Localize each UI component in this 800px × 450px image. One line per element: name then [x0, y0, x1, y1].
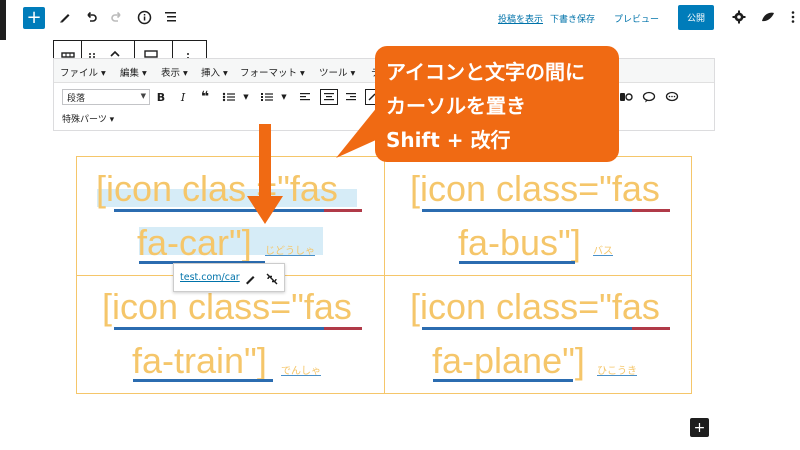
shortcode-icon[interactable] — [619, 89, 633, 105]
thinking-bubble-icon[interactable] — [665, 89, 679, 105]
undo-icon[interactable] — [82, 8, 100, 26]
shortcode-underline — [422, 209, 632, 212]
table-cell-text[interactable]: fa-bus"] — [458, 225, 581, 261]
menu-format[interactable]: フォーマット ▾ — [240, 65, 305, 79]
settings-gear-icon[interactable] — [730, 8, 748, 26]
chevron-down-icon: ▼ — [140, 92, 146, 100]
bold-icon[interactable]: B — [154, 89, 168, 105]
bullet-list-icon[interactable] — [222, 89, 236, 105]
table-cell-text[interactable]: fa-train"] — [132, 343, 267, 379]
shortcode-underline — [422, 327, 632, 330]
spellcheck-underline — [324, 327, 362, 330]
annotation-arrow — [247, 124, 283, 224]
spellcheck-underline — [632, 209, 670, 212]
save-draft-link[interactable]: 下書き保存 — [550, 12, 595, 25]
ruby-annotation: でんしゃ — [281, 366, 321, 377]
menu-view[interactable]: 表示 ▾ — [161, 65, 188, 79]
table-cell-text[interactable]: [icon class="fas — [410, 171, 660, 207]
format-select[interactable]: 段落 ▼ — [62, 89, 150, 105]
publish-button[interactable]: 公開 — [678, 5, 714, 30]
menu-edit[interactable]: 編集 ▾ — [120, 65, 147, 79]
format-select-value: 段落 — [67, 94, 86, 104]
blockquote-icon[interactable]: ❝ — [198, 89, 212, 105]
table-cell-text[interactable]: [icon class="fas — [102, 289, 352, 325]
shortcode-underline — [114, 209, 324, 212]
ruby-annotation: ひこうき — [597, 366, 637, 377]
inline-add-block-button[interactable]: + — [690, 418, 709, 437]
link-url[interactable]: test.com/car — [180, 272, 240, 283]
preview-link[interactable]: プレビュー — [614, 12, 659, 25]
content-table: [icon clas ="fas fa-car"] じどうしゃ [icon cl… — [76, 156, 692, 394]
shortcode-underline — [133, 379, 273, 382]
add-block-button[interactable]: + — [23, 7, 45, 29]
numbered-list-dropdown-icon[interactable]: ▼ — [277, 89, 291, 105]
annotation-line-3: Shift + 改行 — [386, 128, 511, 152]
table-cell-text[interactable]: [icon clas ="fas — [96, 171, 338, 207]
edit-link-pencil-icon[interactable] — [244, 271, 257, 290]
shortcode-underline — [433, 379, 573, 382]
numbered-list-icon[interactable] — [260, 89, 274, 105]
annotation-line-1: アイコンと文字の間に — [386, 60, 585, 84]
editor-screen: + 投稿を表示 下書き保存 プレビュー 公開 ファイル ▾ 編集 ▾ 表示 ▾ … — [0, 0, 800, 450]
align-left-icon[interactable] — [298, 89, 312, 105]
menu-file[interactable]: ファイル ▾ — [60, 65, 106, 79]
info-icon[interactable] — [135, 8, 153, 26]
table-column-divider — [384, 157, 385, 393]
spellcheck-underline — [324, 209, 362, 212]
view-post-link[interactable]: 投稿を表示 — [498, 12, 543, 25]
admin-edge — [0, 0, 6, 40]
menu-tools[interactable]: ツール ▾ — [319, 65, 355, 79]
ruby-annotation: じどうしゃ — [265, 246, 315, 257]
redo-icon[interactable] — [108, 8, 126, 26]
special-parts-menu[interactable]: 特殊パーツ ▾ — [62, 112, 114, 125]
table-cell-text[interactable]: fa-car"] — [137, 225, 252, 261]
list-view-icon[interactable] — [161, 8, 179, 26]
edit-tool-icon[interactable] — [56, 8, 74, 26]
top-toolbar: + 投稿を表示 下書き保存 プレビュー 公開 — [0, 0, 800, 40]
table-cell-text[interactable]: fa-plane"] — [432, 343, 585, 379]
spellcheck-underline — [632, 327, 670, 330]
shortcode-underline — [459, 261, 575, 264]
ruby-annotation: バス — [593, 246, 613, 257]
bullet-list-dropdown-icon[interactable]: ▼ — [239, 89, 253, 105]
table-cell-text[interactable]: [icon class="fas — [410, 289, 660, 325]
shortcode-underline — [114, 327, 324, 330]
menu-insert[interactable]: 挿入 ▾ — [201, 65, 228, 79]
speech-bubble-icon[interactable] — [642, 89, 656, 105]
link-popup: test.com/car — [173, 263, 285, 292]
more-options-icon[interactable] — [784, 8, 800, 26]
unlink-icon[interactable] — [265, 271, 279, 290]
plugin-leaf-icon[interactable] — [759, 8, 777, 26]
annotation-line-2: カーソルを置き — [386, 94, 526, 118]
italic-icon[interactable]: I — [176, 89, 190, 105]
